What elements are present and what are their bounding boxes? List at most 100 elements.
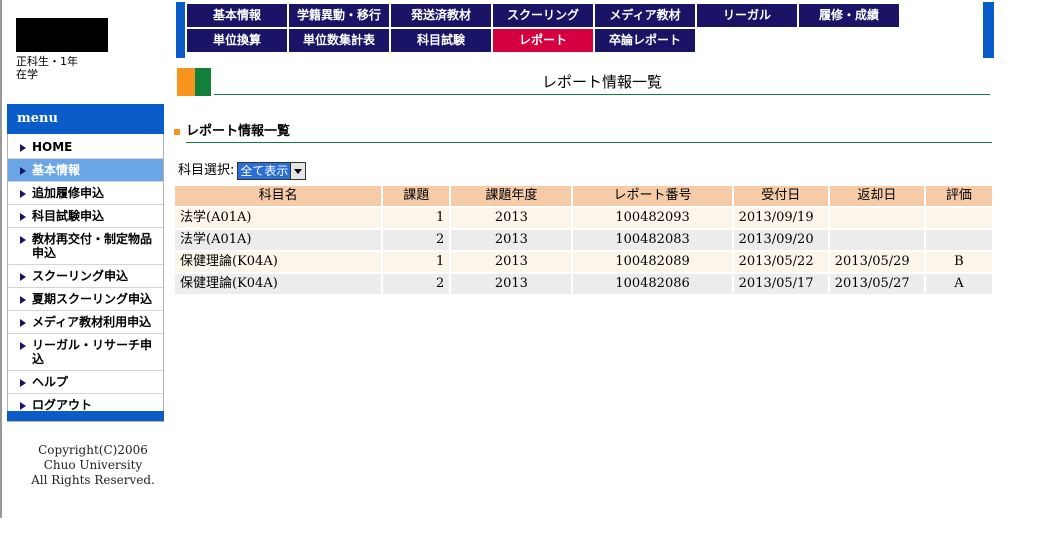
nav-schooling[interactable]: スクーリング <box>493 4 593 27</box>
user-status-line1: 正科生・1年 <box>16 55 78 68</box>
cell-year: 2013 <box>451 208 572 228</box>
sidebar-item-label: メディア教材利用申込 <box>32 315 152 329</box>
cell-returned-date <box>829 208 924 228</box>
cell-report-number: 100482089 <box>573 252 732 272</box>
cell-subject: 法学(A01A) <box>175 230 382 250</box>
report-table: 科目名 課題 課題年度 レポート番号 受付日 返却日 評価 法学(A01A) 1… <box>173 184 994 296</box>
sidebar-item-exam-application[interactable]: 科目試験申込 <box>8 205 163 228</box>
cell-year: 2013 <box>451 274 572 294</box>
sidebar-menu: HOME 基本情報 追加履修申込 科目試験申込 教材再交付・制定物品申込 スクー… <box>8 136 163 417</box>
arrow-right-icon <box>20 273 26 281</box>
nav-basic-info[interactable]: 基本情報 <box>187 4 287 27</box>
title-marker-green <box>195 68 211 96</box>
nav-shipped-materials[interactable]: 発送済教材 <box>391 4 491 27</box>
table-row: 保健理論(K04A) 2 2013 100482086 2013/05/17 2… <box>175 274 992 294</box>
page-left-border <box>0 0 2 518</box>
cell-returned-date <box>829 230 924 250</box>
sidebar-item-legal-research[interactable]: リーガル・リサーチ申込 <box>8 334 163 371</box>
column-header-returned-date: 返却日 <box>829 186 924 206</box>
nav-credit-summary[interactable]: 単位数集計表 <box>289 29 389 52</box>
sidebar-footer-bar <box>7 411 164 421</box>
user-info: 正科生・1年 在学 <box>16 18 166 81</box>
cell-received-date: 2013/09/20 <box>733 230 828 250</box>
copyright-line: Chuo University <box>43 458 143 472</box>
cell-year: 2013 <box>451 230 572 250</box>
copyright-line: Copyright(C)2006 <box>38 443 148 457</box>
nav-thesis-report[interactable]: 卒論レポート <box>595 29 695 52</box>
arrow-right-icon <box>20 402 26 410</box>
sidebar-item-label: 科目試験申込 <box>32 209 105 223</box>
cell-assignment: 2 <box>383 230 450 250</box>
sidebar-item-schooling-application[interactable]: スクーリング申込 <box>8 265 163 288</box>
chevron-down-icon[interactable] <box>290 163 306 179</box>
sidebar-item-label: ログアウト <box>32 398 93 412</box>
arrow-right-icon <box>20 296 26 304</box>
sidebar-item-label: リーガル・リサーチ申込 <box>32 338 153 366</box>
subject-filter: 科目選択: 全て表示 <box>178 162 307 180</box>
cell-report-number: 100482086 <box>573 274 732 294</box>
nav-enrollment-change[interactable]: 学籍異動・移行 <box>289 4 389 27</box>
arrow-right-icon <box>20 236 26 244</box>
cell-assignment: 1 <box>383 208 450 228</box>
sidebar-item-additional-course[interactable]: 追加履修申込 <box>8 182 163 205</box>
user-status: 正科生・1年 在学 <box>16 55 166 81</box>
table-header-row: 科目名 課題 課題年度 レポート番号 受付日 返却日 評価 <box>175 186 992 206</box>
nav-courses-grades[interactable]: 履修・成績 <box>799 4 899 27</box>
nav-left-accent <box>176 2 185 58</box>
nav-legal[interactable]: リーガル <box>697 4 797 27</box>
cell-received-date: 2013/05/17 <box>733 274 828 294</box>
arrow-right-icon <box>20 167 26 175</box>
arrow-right-icon <box>20 319 26 327</box>
subject-select[interactable]: 全て表示 <box>237 162 307 180</box>
page-title: レポート情報一覧 <box>214 72 990 95</box>
table-row: 保健理論(K04A) 1 2013 100482089 2013/05/22 2… <box>175 252 992 272</box>
nav-right-accent <box>983 2 994 58</box>
sidebar-item-home[interactable]: HOME <box>8 136 163 159</box>
column-header-assignment: 課題 <box>383 186 450 206</box>
cell-returned-date: 2013/05/27 <box>829 274 924 294</box>
sidebar-item-label: 追加履修申込 <box>32 186 105 200</box>
sidebar-item-media-materials[interactable]: メディア教材利用申込 <box>8 311 163 334</box>
nav-credit-conversion[interactable]: 単位換算 <box>187 29 287 52</box>
sidebar-header: menu <box>7 104 164 134</box>
subject-filter-label: 科目選択: <box>178 163 235 178</box>
cell-received-date: 2013/05/22 <box>733 252 828 272</box>
title-marker-orange <box>177 68 195 96</box>
arrow-right-icon <box>20 342 26 350</box>
cell-returned-date: 2013/05/29 <box>829 252 924 272</box>
sidebar-item-label: 夏期スクーリング申込 <box>32 292 153 306</box>
cell-assignment: 2 <box>383 274 450 294</box>
arrow-right-icon <box>20 213 26 221</box>
sidebar-item-material-reissue[interactable]: 教材再交付・制定物品申込 <box>8 228 163 265</box>
column-header-grade: 評価 <box>925 186 992 206</box>
nav-media-materials[interactable]: メディア教材 <box>595 4 695 27</box>
section-title: レポート情報一覧 <box>186 123 992 143</box>
sidebar-item-label: ヘルプ <box>32 375 69 389</box>
column-header-subject: 科目名 <box>175 186 382 206</box>
top-nav-row-1: 基本情報 学籍異動・移行 発送済教材 スクーリング メディア教材 リーガル 履修… <box>187 4 899 27</box>
sidebar-item-basic-info[interactable]: 基本情報 <box>8 159 163 182</box>
column-header-received-date: 受付日 <box>733 186 828 206</box>
sidebar-item-label: スクーリング申込 <box>32 269 129 283</box>
table-row: 法学(A01A) 1 2013 100482093 2013/09/19 <box>175 208 992 228</box>
cell-subject: 保健理論(K04A) <box>175 274 382 294</box>
sidebar-item-summer-schooling[interactable]: 夏期スクーリング申込 <box>8 288 163 311</box>
cell-year: 2013 <box>451 252 572 272</box>
cell-report-number: 100482083 <box>573 230 732 250</box>
subject-select-value: 全て表示 <box>238 163 291 179</box>
cell-subject: 法学(A01A) <box>175 208 382 228</box>
nav-subject-exam[interactable]: 科目試験 <box>391 29 491 52</box>
table-row: 法学(A01A) 2 2013 100482083 2013/09/20 <box>175 230 992 250</box>
top-nav: 基本情報 学籍異動・移行 発送済教材 スクーリング メディア教材 リーガル 履修… <box>187 4 899 54</box>
arrow-right-icon <box>20 190 26 198</box>
cell-subject: 保健理論(K04A) <box>175 252 382 272</box>
column-header-year: 課題年度 <box>451 186 572 206</box>
nav-report[interactable]: レポート <box>493 29 593 52</box>
copyright: Copyright(C)2006 Chuo University All Rig… <box>7 443 179 488</box>
section-bullet <box>174 129 180 135</box>
sidebar-item-label: 教材再交付・制定物品申込 <box>32 232 153 260</box>
cell-grade: B <box>925 252 992 272</box>
user-status-line2: 在学 <box>16 68 38 81</box>
sidebar-item-help[interactable]: ヘルプ <box>8 371 163 394</box>
arrow-right-icon <box>20 144 26 152</box>
